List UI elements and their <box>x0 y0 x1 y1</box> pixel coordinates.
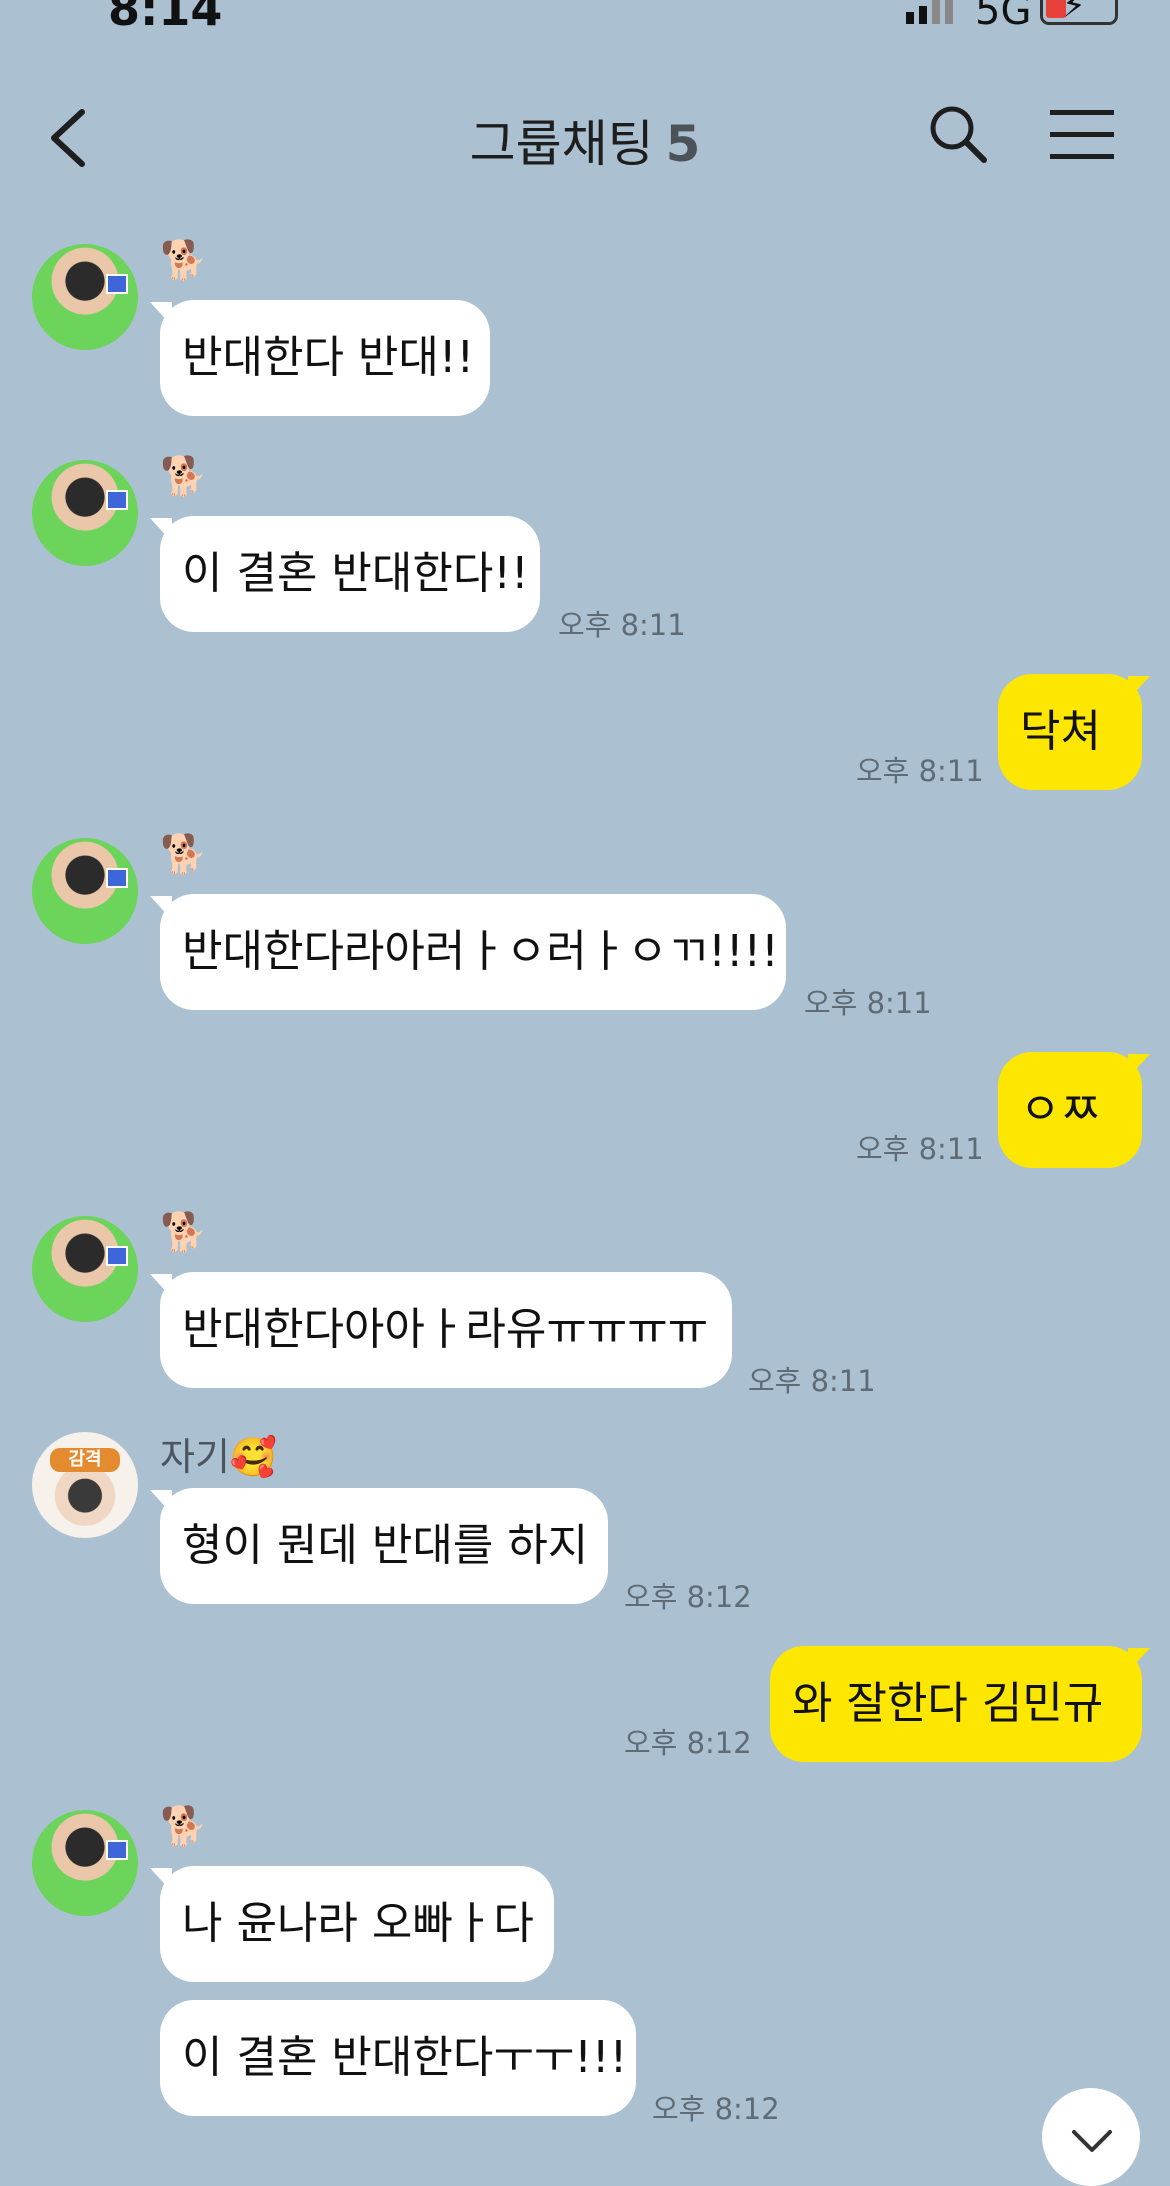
message-bubble[interactable]: 와 잘한다 김민규 <box>770 1646 1142 1762</box>
avatar[interactable] <box>32 244 138 350</box>
message-time: 오후 8:12 <box>652 2092 780 2126</box>
message-time: 오후 8:11 <box>804 986 932 1020</box>
message-bubble[interactable]: 반대한다아아ㅏ라유ㅠㅠㅠㅠ <box>160 1272 732 1388</box>
message-bubble[interactable]: ㅇㅉ <box>998 1052 1142 1168</box>
message-time: 오후 8:12 <box>624 1580 752 1614</box>
sender-name: 🐕 <box>160 454 208 498</box>
charging-icon: ⚡ <box>1062 0 1086 26</box>
bubble-tail <box>1128 1054 1150 1078</box>
message-time: 오후 8:11 <box>748 1364 876 1398</box>
bubble-tail <box>1128 676 1150 700</box>
signal-icon <box>906 0 953 24</box>
message-time: 오후 8:11 <box>856 1132 984 1166</box>
search-icon[interactable] <box>928 104 988 164</box>
message-bubble[interactable]: 나 윤나라 오빠ㅏ다 <box>160 1866 554 1982</box>
message-bubble[interactable]: 닥쳐 <box>998 674 1142 790</box>
avatar[interactable] <box>32 1810 138 1916</box>
avatar[interactable]: 감격 <box>32 1432 138 1538</box>
menu-icon[interactable] <box>1050 110 1114 160</box>
chat-title-text: 그룹채팅 <box>469 115 654 173</box>
chevron-down-icon <box>1072 2130 1112 2152</box>
network-label: 5G <box>975 0 1032 34</box>
sender-name: 🐕 <box>160 832 208 876</box>
sender-name: 🐕 <box>160 1210 208 1254</box>
sender-name: 🐕 <box>160 1804 208 1848</box>
message-bubble[interactable]: 이 결혼 반대한다!! <box>160 516 540 632</box>
sender-name: 자기🥰 <box>160 1435 278 1479</box>
message-time: 오후 8:12 <box>624 1726 752 1760</box>
message-bubble[interactable]: 이 결혼 반대한다ㅜㅜ!!! <box>160 2000 636 2116</box>
status-time: 8:14 <box>108 0 223 36</box>
message-time: 오후 8:11 <box>856 754 984 788</box>
message-bubble[interactable]: 반대한다 반대!! <box>160 300 490 416</box>
sender-name: 🐕 <box>160 238 208 282</box>
chat-title: 그룹채팅 5 <box>0 104 1170 176</box>
avatar[interactable] <box>32 838 138 944</box>
avatar[interactable] <box>32 1216 138 1322</box>
avatar[interactable] <box>32 460 138 566</box>
message-time: 오후 8:11 <box>558 608 686 642</box>
message-bubble[interactable]: 형이 뭔데 반대를 하지 <box>160 1488 608 1604</box>
avatar-tag: 감격 <box>50 1448 120 1472</box>
message-bubble[interactable]: 반대한다라아러ㅏㅇ러ㅏㅇㄲ!!!! <box>160 894 786 1010</box>
bubble-tail <box>1128 1648 1150 1672</box>
member-count: 5 <box>665 115 701 173</box>
scroll-to-bottom-button[interactable] <box>1042 2088 1140 2186</box>
